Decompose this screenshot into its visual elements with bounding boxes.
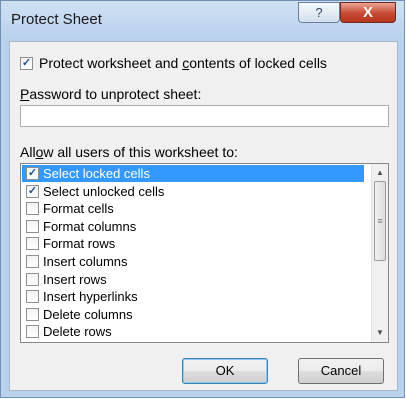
list-item[interactable]: Delete columns [22,306,364,323]
permission-checkbox[interactable] [26,325,39,339]
check-icon: ✓ [21,57,32,69]
permission-checkbox[interactable] [26,255,39,268]
permission-label: Insert hyperlinks [43,289,138,305]
vertical-scrollbar[interactable]: ▲ ≡ ▼ [371,164,388,342]
permission-label: Format columns [43,218,137,234]
allow-users-label: Allow all users of this worksheet to: [20,144,238,160]
permission-label: Delete columns [43,306,133,322]
permission-checkbox[interactable] [26,307,39,321]
permission-label: Select unlocked cells [43,183,165,199]
permission-checkbox[interactable]: ✓ [26,184,39,198]
list-item[interactable]: ✓ Select locked cells [22,165,364,182]
permission-checkbox[interactable]: ✓ [26,167,39,180]
cancel-button[interactable]: Cancel [298,358,384,384]
protect-sheet-dialog: Protect Sheet ? X ✓ Protect worksheet an… [0,0,405,398]
protect-worksheet-checkbox[interactable]: ✓ [20,57,33,70]
list-item[interactable]: Insert hyperlinks [22,288,364,305]
list-item[interactable]: Insert columns [22,253,364,270]
dialog-body: ✓ Protect worksheet and contents of lock… [9,41,398,391]
help-button[interactable]: ? [298,2,340,23]
permission-checkbox[interactable] [26,272,39,286]
close-button[interactable]: X [340,2,396,23]
close-icon: X [362,4,373,21]
permission-label: Insert rows [43,271,107,287]
title-bar[interactable]: Protect Sheet ? X [1,1,404,41]
protect-worksheet-label[interactable]: Protect worksheet and contents of locked… [39,55,327,71]
window-title: Protect Sheet [11,11,102,28]
grip-icon: ≡ [377,216,383,226]
permission-label: Format cells [43,201,114,217]
password-label: Password to unprotect sheet: [20,86,202,102]
check-icon: ✓ [27,184,38,197]
scroll-thumb[interactable]: ≡ [374,181,386,261]
permission-label: Insert columns [43,254,128,269]
list-item[interactable]: ✓ Select unlocked cells [22,183,364,200]
password-input[interactable] [20,105,389,127]
permission-checkbox[interactable] [26,237,39,251]
check-icon: ✓ [27,167,38,179]
arrow-up-icon[interactable]: ▲ [372,165,388,181]
permission-checkbox[interactable] [26,290,39,304]
permission-label: Select locked cells [43,166,150,181]
list-item[interactable]: Insert rows [22,271,364,288]
permission-checkbox[interactable] [26,202,39,216]
permission-label: Delete rows [43,324,112,340]
list-item[interactable]: Delete rows [22,323,364,340]
list-item[interactable]: Format cells [22,200,364,217]
permissions-list[interactable]: ✓ Select locked cells ✓ Select unlocked cel… [20,163,389,343]
list-item[interactable]: Format columns [22,218,364,235]
permission-label: Format rows [43,236,116,252]
list-item[interactable]: Format rows [22,235,364,252]
help-icon: ? [315,5,323,20]
permission-checkbox[interactable] [26,219,39,233]
ok-button[interactable]: OK [182,358,268,384]
arrow-down-icon[interactable]: ▼ [372,325,388,341]
